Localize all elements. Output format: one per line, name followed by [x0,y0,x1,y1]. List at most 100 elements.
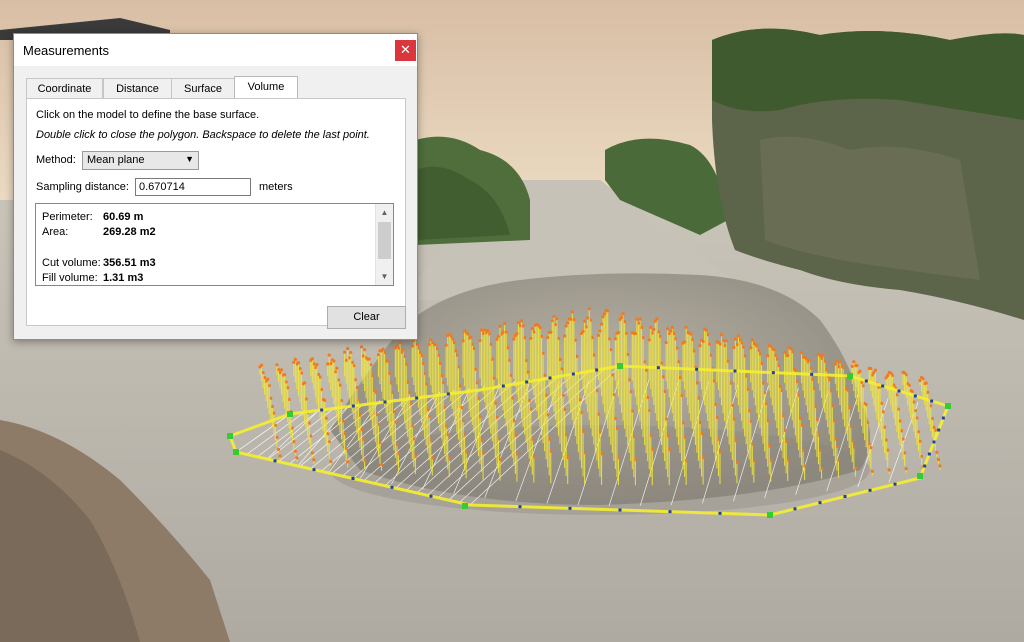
boundary-point [932,440,936,444]
boundary-point [923,464,927,468]
sample-point [547,330,551,335]
sample-point [750,338,754,342]
sample-point [821,353,825,357]
sample-point [719,333,724,337]
sample-point [684,325,688,329]
sample-point [603,312,607,316]
tab-distance[interactable]: Distance [103,78,172,99]
sample-point [604,309,608,313]
sample-point [410,344,414,348]
results-scrollbar[interactable]: ▲ ▼ [375,204,393,285]
close-icon[interactable]: ✕ [395,40,416,61]
boundary-point [941,416,945,420]
boundary-point [571,372,575,376]
sample-point [653,319,657,323]
method-select[interactable]: Mean plane ▼ [82,151,199,170]
boundary-point [897,389,901,393]
sample-point [278,454,282,458]
results-box[interactable]: Perimeter: 60.69 m Area: 269.28 m2 Cut v… [35,203,394,286]
vertex-marker [945,403,951,409]
boundary-point [595,368,599,372]
boundary-point [525,380,529,384]
sample-point [346,460,350,464]
boundary-point [656,366,660,370]
dialog-titlebar[interactable]: Measurements ✕ [14,34,417,66]
sample-point [638,317,642,321]
sample-point [621,312,625,316]
sample-point [376,353,381,357]
sample-point [349,350,353,355]
sample-point [787,346,791,350]
tab-volume[interactable]: Volume [234,76,298,100]
sample-point [519,319,524,323]
area-label: Area: [42,226,69,238]
scroll-thumb[interactable] [378,222,391,259]
boundary-point [501,384,505,388]
boundary-point [810,372,814,376]
sample-point [359,345,364,349]
sample-point [330,358,334,362]
sample-point [935,450,939,454]
measurements-dialog: Measurements ✕ Coordinate Distance Surfa… [13,33,418,340]
cut-volume-label: Cut volume: [42,257,101,269]
perimeter-label: Perimeter: [42,211,93,223]
sample-point [835,359,839,363]
sample-point [279,368,284,372]
sample-point [699,338,704,342]
sample-point [852,360,856,364]
sample-point [649,325,653,330]
sample-point [563,334,567,338]
sample-point [346,346,350,351]
sampling-distance-input[interactable]: 0.670714 [135,178,251,196]
boundary-point [718,511,722,515]
vertex-marker [233,449,239,455]
sample-point [503,321,507,326]
sample-point [329,459,333,464]
boundary-point [818,501,822,505]
sample-point [601,315,605,319]
vertex-marker [917,473,923,479]
sample-point [613,337,617,341]
boundary-point [518,505,522,509]
sample-point [292,360,296,364]
boundary-point [351,404,355,408]
scroll-up-icon[interactable]: ▲ [376,204,393,221]
sampling-unit: meters [259,181,293,193]
sample-point [586,316,590,320]
sample-point [666,327,670,331]
sample-point [635,317,639,321]
sample-point [887,468,891,472]
instruction-text-secondary: Double click to close the polygon. Backs… [36,129,370,141]
sampling-distance-label: Sampling distance: [36,181,129,193]
sample-point [901,370,905,374]
sample-point [363,348,367,352]
sample-point [681,341,685,345]
perimeter-value: 60.69 m [103,211,144,223]
boundary-point [893,482,897,486]
boundary-point [446,392,450,396]
sample-point [816,352,821,356]
tab-coordinate[interactable]: Coordinate [26,78,103,99]
sample-point [533,323,537,327]
vertex-marker [227,433,233,439]
vertex-marker [767,512,773,518]
method-value: Mean plane [87,154,145,166]
sample-point [427,342,431,347]
sample-point [564,324,568,328]
fill-volume-value: 1.31 m3 [103,272,144,284]
dialog-title: Measurements [23,43,109,58]
clear-button[interactable]: Clear [327,306,406,329]
boundary-point [320,408,324,412]
method-label: Method: [36,154,76,166]
sample-point [312,458,316,462]
sample-point [618,317,622,322]
cut-volume-value: 356.51 m3 [103,257,156,269]
sample-point [550,319,554,323]
scroll-down-icon[interactable]: ▼ [376,268,393,285]
sample-point [529,336,533,340]
sample-point [479,328,484,332]
tab-surface[interactable]: Surface [171,78,235,99]
area-value: 269.28 m2 [103,226,156,238]
chevron-down-icon: ▼ [185,154,194,164]
sample-point [615,331,619,335]
